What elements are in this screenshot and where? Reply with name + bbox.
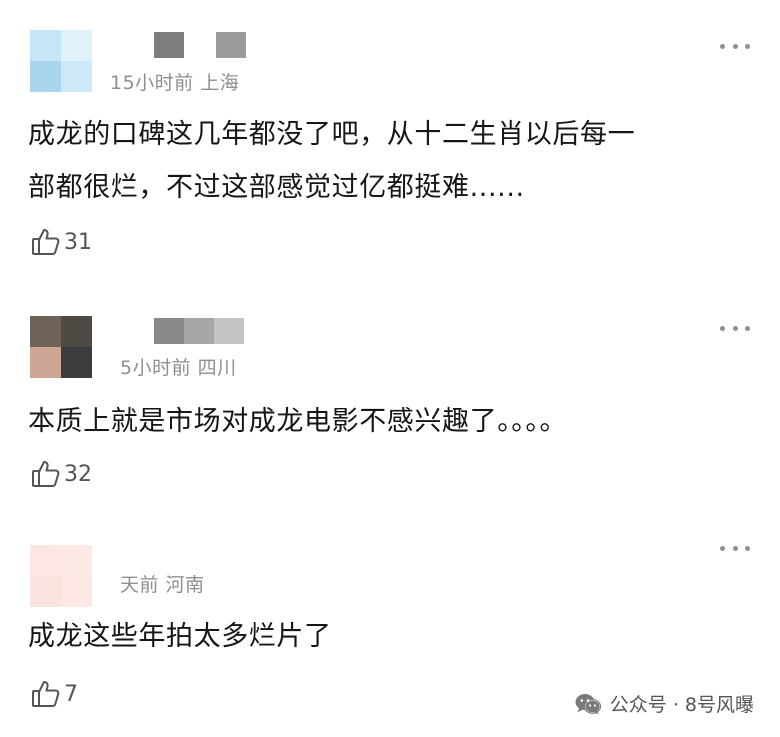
avatar-pixel: [30, 30, 61, 61]
comment-text: 本质上就是市场对成龙电影不感兴趣了。。。。: [28, 395, 752, 448]
avatar-pixel: [61, 545, 92, 576]
wechat-icon: [575, 693, 601, 714]
username-pixel: [216, 32, 246, 58]
comment-text: 成龙这些年拍太多烂片了: [28, 610, 752, 663]
watermark-text: 公众号 · 8号风曝: [609, 694, 754, 716]
like-button[interactable]: 7: [30, 677, 78, 711]
comment-text-line: 部都很烂，不过这部感觉过亿都挺难......: [28, 172, 525, 203]
like-count: 31: [64, 229, 92, 255]
username-pixel: [184, 318, 214, 344]
username-blurred[interactable]: [154, 32, 246, 58]
username-pixel: [154, 32, 184, 58]
like-button[interactable]: 32: [30, 457, 92, 491]
more-icon[interactable]: [720, 544, 750, 552]
like-count: 32: [64, 461, 92, 487]
username-pixel: [214, 318, 244, 344]
username-pixel: [184, 32, 216, 58]
avatar-pixel: [61, 347, 92, 378]
comment-text-line: 成龙这些年拍太多烂片了: [28, 621, 332, 652]
comment-text-line: 本质上就是市场对成龙电影不感兴趣了。。。。: [28, 406, 568, 437]
more-icon[interactable]: [720, 324, 750, 332]
comment-text: 成龙的口碑这几年都没了吧，从十二生肖以后每一 部都很烂，不过这部感觉过亿都挺难.…: [28, 108, 752, 214]
thumbs-up-icon: [32, 461, 60, 487]
avatar-pixel: [30, 545, 61, 576]
avatar-pixel: [30, 347, 61, 378]
avatar-pixel: [61, 576, 92, 607]
like-count: 7: [64, 681, 78, 707]
thumbs-up-icon: [32, 681, 60, 707]
avatar-pixel: [30, 61, 61, 92]
avatar-pixel: [30, 576, 61, 607]
avatar-pixel: [30, 316, 61, 347]
more-icon[interactable]: [720, 42, 750, 50]
like-button[interactable]: 31: [30, 225, 92, 259]
time-location: 15小时前 上海: [110, 72, 240, 94]
username-pixel: [154, 318, 184, 344]
avatar-pixel: [61, 30, 92, 61]
comment-text-line: 成龙的口碑这几年都没了吧，从十二生肖以后每一: [28, 119, 636, 150]
time-location: 天前 河南: [120, 574, 205, 596]
avatar-pixel: [61, 316, 92, 347]
username-blurred[interactable]: [154, 318, 244, 344]
avatar-pixel: [61, 61, 92, 92]
avatar[interactable]: [30, 545, 92, 607]
watermark: 公众号 · 8号风曝: [574, 690, 754, 717]
avatar[interactable]: [30, 30, 92, 92]
avatar[interactable]: [30, 316, 92, 378]
thumbs-up-icon: [32, 229, 60, 255]
time-location: 5小时前 四川: [120, 357, 237, 379]
